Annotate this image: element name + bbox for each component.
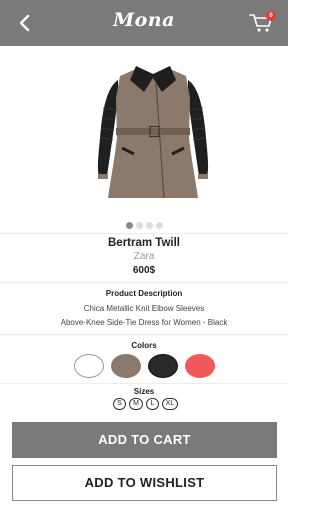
size-option-m[interactable]: M <box>129 398 143 410</box>
sizes-title: Sizes <box>133 387 155 396</box>
app-logo-title: Mona <box>113 9 175 31</box>
product-image-jacket <box>97 66 209 199</box>
size-option-xl[interactable]: XL <box>162 398 178 410</box>
description-title: Product Description <box>105 289 183 298</box>
product-image-carousel[interactable] <box>0 58 288 216</box>
divider <box>0 233 288 234</box>
pager-dot[interactable] <box>135 222 143 229</box>
product-name: Bertram Twill <box>108 237 180 249</box>
pager-dot[interactable] <box>155 222 163 229</box>
size-option-l[interactable]: L <box>146 398 159 410</box>
description-line: Above-Knee Side-Tie Dress for Women - Bl… <box>60 318 228 327</box>
image-pager[interactable] <box>0 222 288 229</box>
color-swatch-coral[interactable] <box>185 354 215 378</box>
add-to-wishlist-button[interactable]: ADD TO WISHLIST <box>12 465 277 501</box>
cart-count-badge: 0 <box>266 11 276 21</box>
size-option-s[interactable]: S <box>113 398 126 410</box>
divider <box>0 282 288 283</box>
product-price: 600$ <box>132 265 156 276</box>
top-app-bar: Mona 0 <box>0 0 288 46</box>
description-line: Chica Metallic Knit Elbow Sleeves <box>83 304 205 313</box>
color-swatch-taupe[interactable] <box>111 354 141 378</box>
color-swatch-white[interactable] <box>74 354 104 378</box>
divider <box>0 383 288 384</box>
divider <box>0 334 288 335</box>
add-to-cart-button[interactable]: ADD TO CART <box>12 422 277 458</box>
color-swatch-black[interactable] <box>148 354 178 378</box>
colors-title: Colors <box>131 341 157 350</box>
pager-dot-active[interactable] <box>125 222 133 229</box>
pager-dot[interactable] <box>145 222 153 229</box>
product-brand: Zara <box>133 251 155 262</box>
